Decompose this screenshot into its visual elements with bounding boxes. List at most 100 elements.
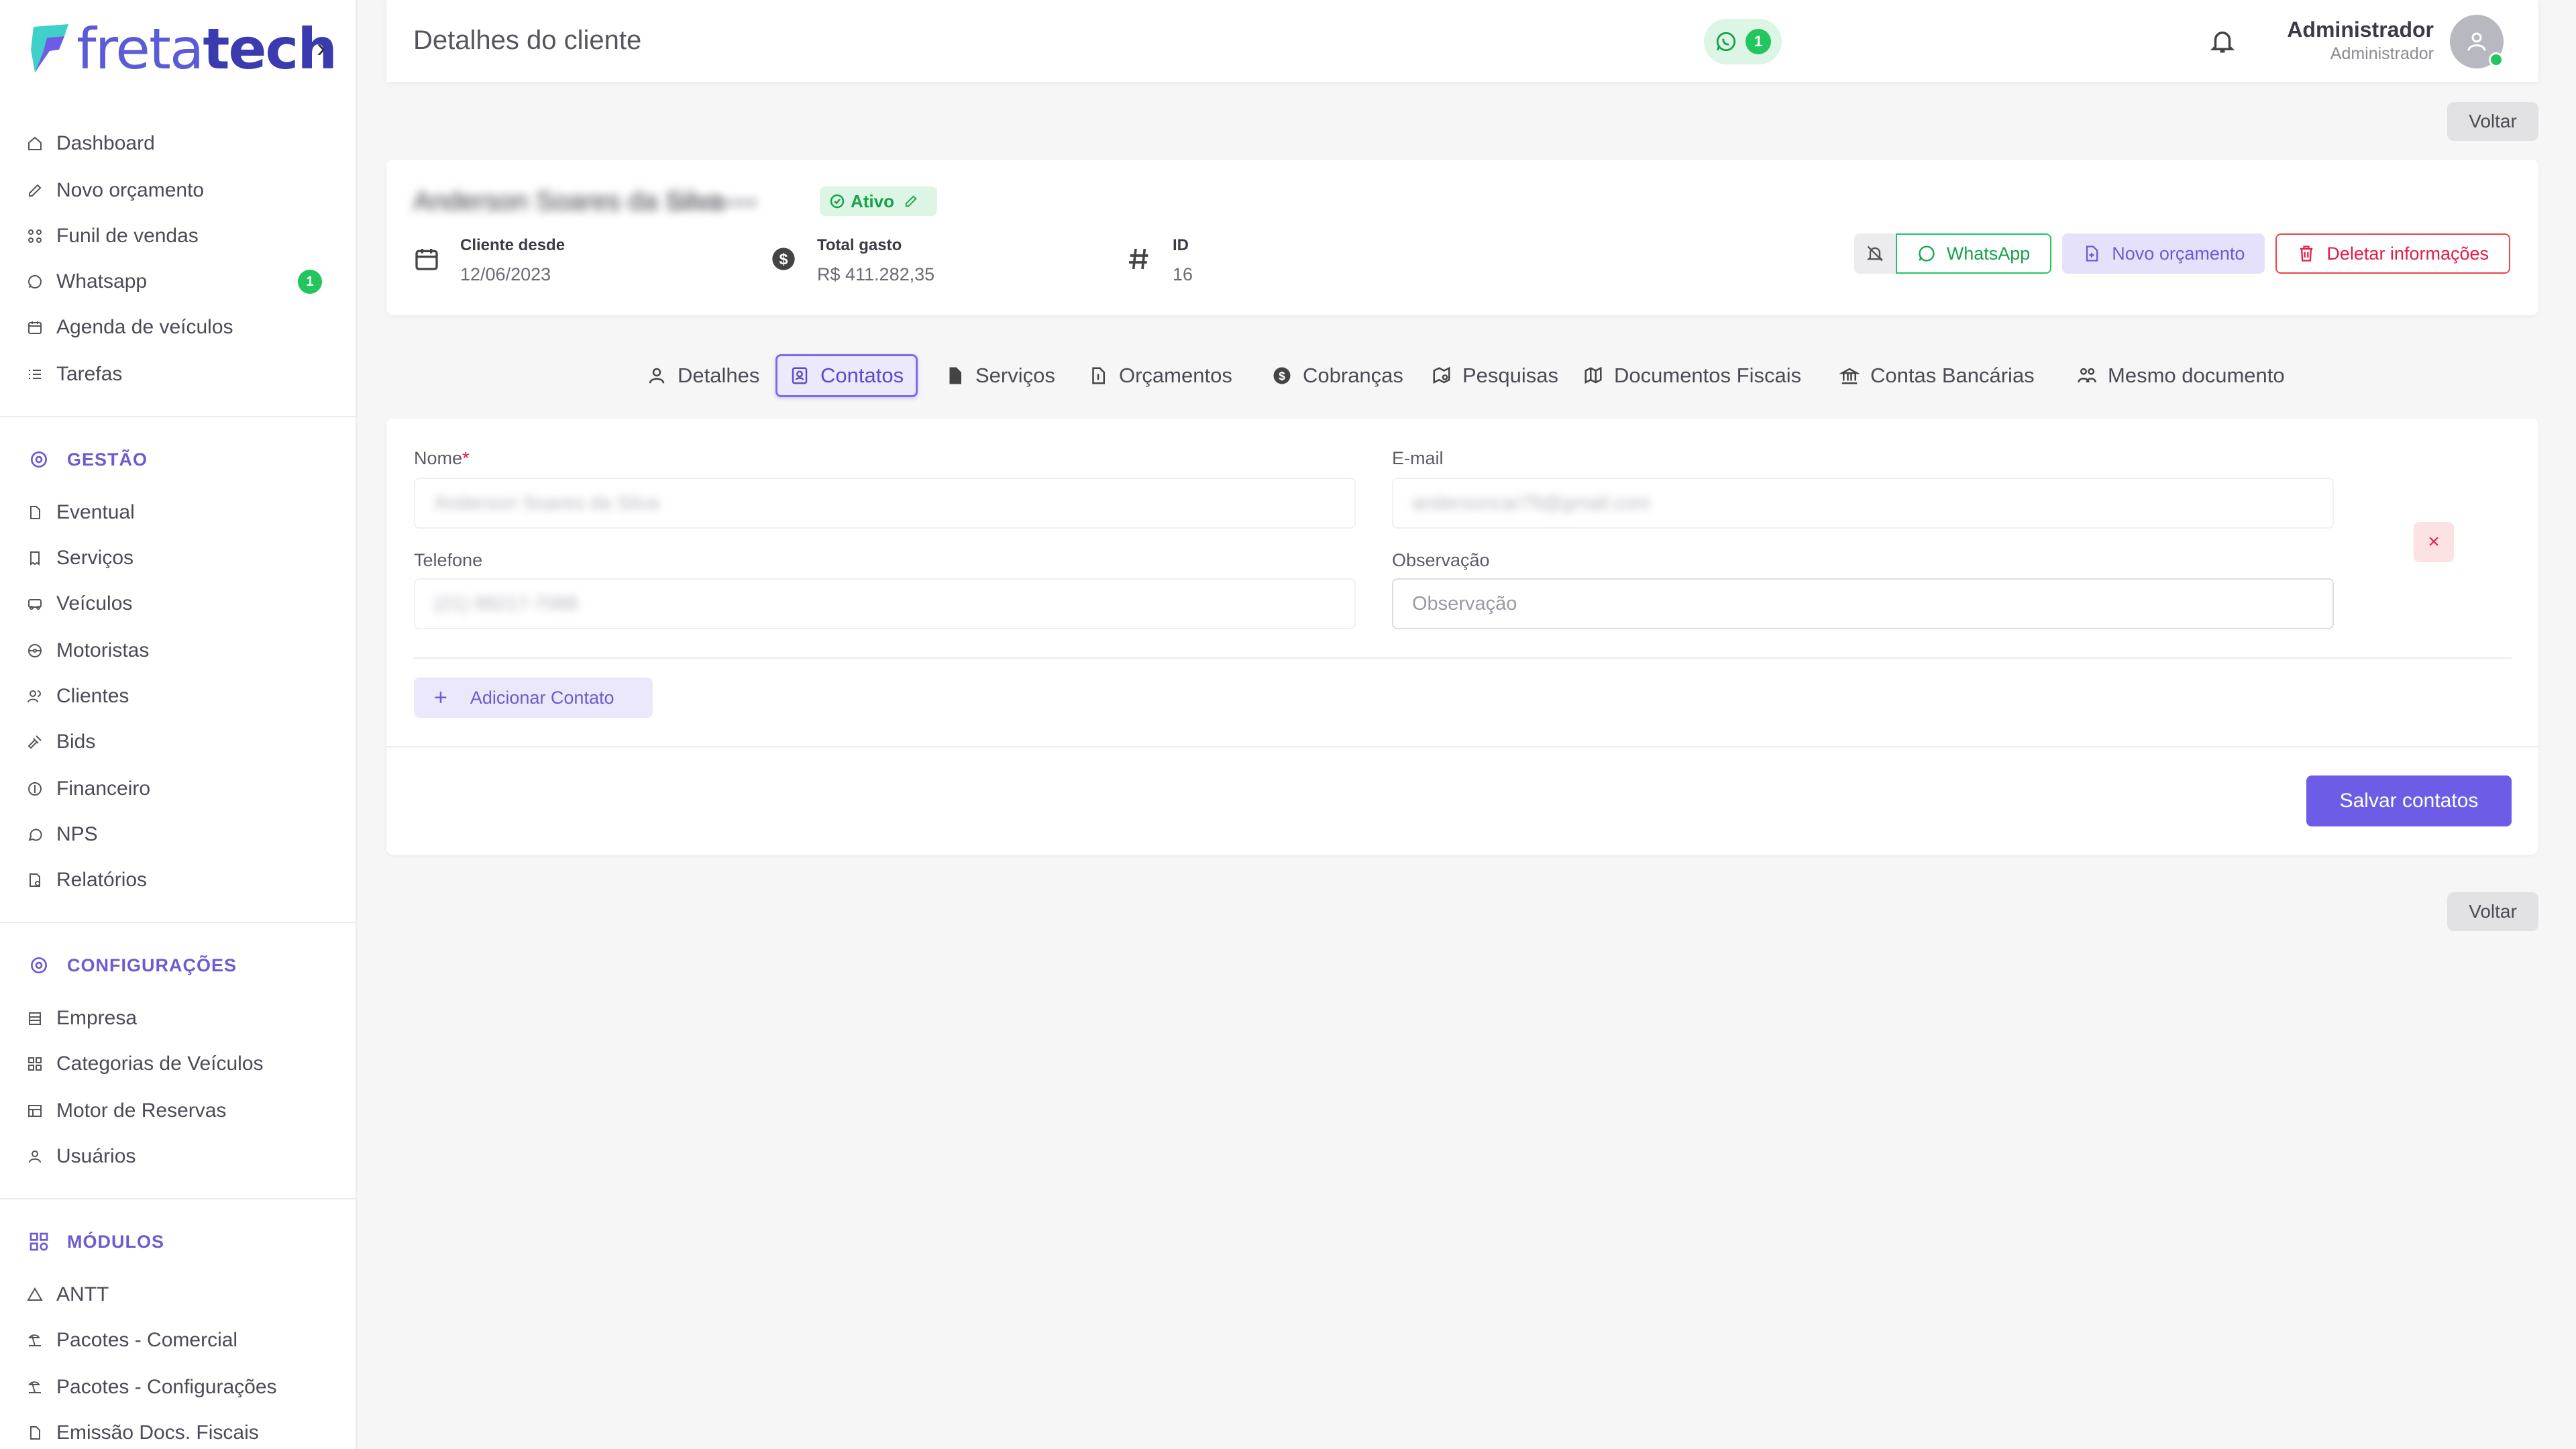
email-field[interactable]: andersoncar79@gmail.com xyxy=(1392,478,2334,529)
page-title: Detalhes do cliente xyxy=(413,25,642,55)
avatar[interactable] xyxy=(2450,15,2504,68)
phone-field[interactable]: (21) 99217-7088 xyxy=(414,578,1356,629)
add-contact-button[interactable]: + Adicionar Contato xyxy=(414,678,653,718)
funnel-icon xyxy=(27,228,43,244)
tab-cobrancas[interactable]: $ Cobranças xyxy=(1260,354,1415,397)
tab-detalhes[interactable]: Detalhes xyxy=(635,354,771,397)
sidebar-item-categorias[interactable]: Categorias de Veículos xyxy=(27,1044,342,1084)
brand-logo[interactable]: fretatech xyxy=(30,16,337,82)
brand-name: fretatech xyxy=(76,16,337,82)
delete-button[interactable]: Deletar informações xyxy=(2275,233,2510,274)
gear-icon xyxy=(31,451,47,468)
sidebar-item-eventual[interactable]: Eventual xyxy=(27,492,342,533)
tab-documentos-fiscais[interactable]: Documentos Fiscais xyxy=(1571,354,1813,397)
sidebar-item-label: Clientes xyxy=(56,685,129,707)
stat-label: Total gasto xyxy=(817,236,902,254)
bell-off-icon xyxy=(1866,246,1883,262)
tab-contatos[interactable]: Contatos xyxy=(775,354,918,397)
whatsapp-button[interactable]: WhatsApp xyxy=(1895,233,2052,274)
tab-orcamentos[interactable]: Orçamentos xyxy=(1076,354,1244,397)
section-title-configuracoes: CONFIGURAÇÕES xyxy=(28,949,237,982)
stat-id: ID 16 xyxy=(1126,236,1193,285)
check-circle-icon xyxy=(830,194,845,209)
beach-icon xyxy=(27,1332,43,1348)
back-button-bottom[interactable]: Voltar xyxy=(2447,892,2538,931)
hash-icon xyxy=(1129,248,1148,270)
new-quote-button[interactable]: Novo orçamento xyxy=(2062,233,2265,274)
sidebar-item-servicos[interactable]: Serviços xyxy=(27,538,342,578)
report-icon xyxy=(27,872,43,888)
sidebar-item-pacotes-comercial[interactable]: Pacotes - Comercial xyxy=(27,1320,342,1360)
tab-pesquisas[interactable]: Pesquisas xyxy=(1419,354,1570,397)
whatsapp-icon xyxy=(27,274,43,290)
user-role: Administrador xyxy=(2330,44,2434,63)
sidebar-item-label: Motor de Reservas xyxy=(56,1099,227,1122)
mute-button[interactable] xyxy=(1854,233,1896,274)
sidebar-item-relatorios[interactable]: Relatórios xyxy=(27,860,342,900)
sidebar-item-label: Serviços xyxy=(56,547,134,569)
tab-mesmo-documento[interactable]: Mesmo documento xyxy=(2065,354,2297,397)
table-icon xyxy=(27,1103,43,1119)
section-title-gestao: GESTÃO xyxy=(28,443,148,476)
list-icon xyxy=(27,366,43,382)
sidebar-item-usuarios[interactable]: Usuários xyxy=(27,1136,342,1177)
sidebar-item-agenda[interactable]: Agenda de veículos xyxy=(27,307,342,347)
logo-mark-icon xyxy=(31,24,68,72)
sidebar: fretatech › Dashboard Novo orçamento Fun… xyxy=(0,0,357,1449)
sidebar-item-dashboard[interactable]: Dashboard xyxy=(27,123,342,164)
whatsapp-notification-button[interactable]: 1 xyxy=(1704,19,1782,64)
document-icon xyxy=(27,504,43,521)
save-contacts-button[interactable]: Salvar contatos xyxy=(2306,775,2512,826)
tab-servicos[interactable]: Serviços xyxy=(932,354,1067,397)
sidebar-item-label: Emissão Docs. Fiscais xyxy=(56,1421,259,1444)
triangle-icon xyxy=(27,1287,43,1303)
whatsapp-count-badge: 1 xyxy=(1746,29,1771,54)
sidebar-item-funil-de-vendas[interactable]: Funil de vendas xyxy=(27,216,342,256)
coin-icon xyxy=(27,781,43,797)
sidebar-item-motor-reservas[interactable]: Motor de Reservas xyxy=(27,1091,342,1131)
sidebar-item-financeiro[interactable]: Financeiro xyxy=(27,769,342,809)
sidebar-item-clientes[interactable]: Clientes xyxy=(27,676,342,716)
stat-value: 12/06/2023 xyxy=(460,264,551,284)
status-badge[interactable]: Ativo xyxy=(820,186,937,216)
svg-text:$: $ xyxy=(780,250,788,268)
user-name[interactable]: Administrador xyxy=(2287,17,2434,42)
sidebar-item-antt[interactable]: ANTT xyxy=(27,1275,342,1315)
sidebar-item-bids[interactable]: Bids xyxy=(27,722,342,762)
sidebar-item-nps[interactable]: NPS xyxy=(27,814,342,855)
sidebar-item-label: Whatsapp xyxy=(56,270,148,292)
trash-icon xyxy=(2300,246,2313,262)
building-icon xyxy=(27,1010,43,1026)
back-button-top[interactable]: Voltar xyxy=(2447,102,2538,141)
file-plus-icon xyxy=(2086,246,2098,262)
sidebar-item-motoristas[interactable]: Motoristas xyxy=(27,631,342,671)
name-field[interactable]: Anderson Soares da Silva xyxy=(414,478,1356,529)
sidebar-item-pacotes-config[interactable]: Pacotes - Configurações xyxy=(27,1367,342,1407)
sidebar-item-emissao-docs[interactable]: Emissão Docs. Fiscais xyxy=(27,1413,342,1449)
sidebar-item-novo-orcamento[interactable]: Novo orçamento xyxy=(27,170,342,211)
stat-label: ID xyxy=(1173,236,1189,254)
obs-field[interactable]: Observação xyxy=(1392,578,2334,629)
sidebar-item-label: ANTT xyxy=(56,1283,109,1305)
sidebar-item-label: Categorias de Veículos xyxy=(56,1053,264,1075)
sidebar-item-label: Tarefas xyxy=(56,363,123,385)
stat-label: Cliente desde xyxy=(460,236,566,254)
sidebar-item-whatsapp[interactable]: Whatsapp 1 xyxy=(27,262,342,302)
phone-label: Telefone xyxy=(414,550,483,570)
coin-icon: $ xyxy=(1273,367,1291,384)
map-search-icon xyxy=(1433,366,1450,384)
file-icon xyxy=(949,367,961,384)
sidebar-item-veiculos[interactable]: Veículos xyxy=(27,584,342,624)
remove-contact-button[interactable]: × xyxy=(2414,522,2454,562)
sidebar-item-label: Agenda de veículos xyxy=(56,316,233,338)
tab-contas-bancarias[interactable]: Contas Bancárias xyxy=(1827,354,2047,397)
svg-text:$: $ xyxy=(1279,369,1285,382)
sidebar-item-label: Novo orçamento xyxy=(56,179,205,201)
pencil-icon[interactable] xyxy=(904,194,918,209)
sidebar-collapse-button[interactable]: › xyxy=(317,34,325,64)
map-icon xyxy=(1585,366,1602,384)
bell-icon[interactable] xyxy=(2208,27,2237,55)
sidebar-item-tarefas[interactable]: Tarefas xyxy=(27,354,342,394)
sidebar-item-empresa[interactable]: Empresa xyxy=(27,998,342,1038)
stat-value: R$ 411.282,35 xyxy=(817,264,935,284)
